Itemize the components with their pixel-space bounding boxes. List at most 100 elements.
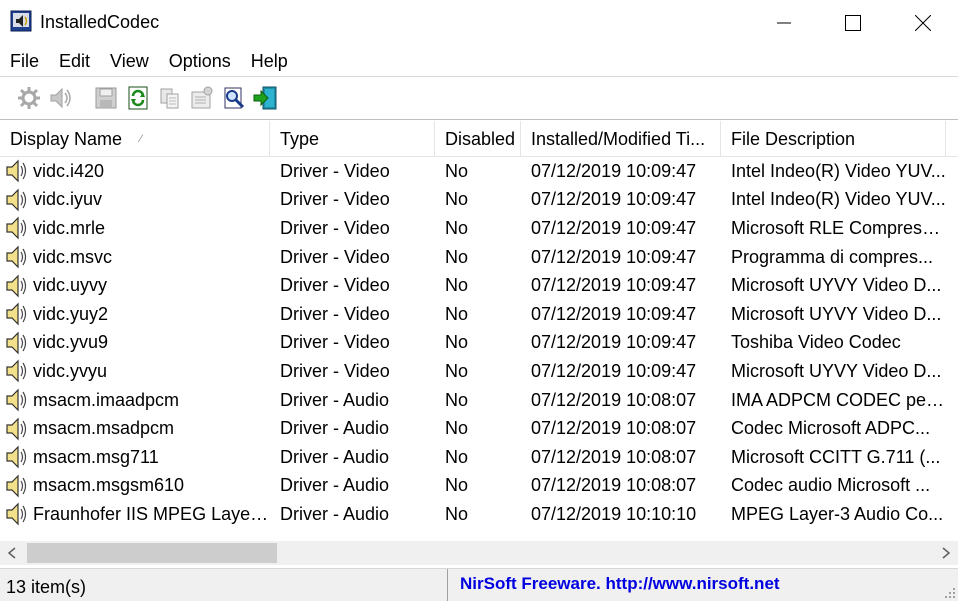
speaker-icon xyxy=(6,417,27,441)
table-row[interactable]: vidc.yvu9 Driver - Video No 07/12/2019 1… xyxy=(0,329,958,358)
copy-button[interactable] xyxy=(154,82,186,114)
list-rows: vidc.i420 Driver - Video No 07/12/2019 1… xyxy=(0,157,958,529)
resize-grip-icon[interactable] xyxy=(942,585,956,599)
find-icon xyxy=(224,87,245,109)
column-header-display-name[interactable]: Display Name ⁄ xyxy=(0,121,270,157)
sort-ascending-icon: ⁄ xyxy=(140,133,142,145)
menu-edit[interactable]: Edit xyxy=(49,46,100,76)
window-title: InstalledCodec xyxy=(40,12,160,32)
scroll-right-button[interactable] xyxy=(934,541,958,565)
codec-name: vidc.yuy2 xyxy=(33,303,109,324)
cell-installed-time: 07/12/2019 10:09:47 xyxy=(531,303,697,324)
column-header-file-description[interactable]: File Description xyxy=(721,121,946,157)
column-header-filler xyxy=(946,121,958,157)
save-button[interactable] xyxy=(90,82,122,114)
exit-button[interactable] xyxy=(250,82,282,114)
codec-name: vidc.i420 xyxy=(33,160,105,181)
column-header-installed-time[interactable]: Installed/Modified Ti... xyxy=(521,121,721,157)
speaker-icon xyxy=(6,188,27,212)
scroll-thumb[interactable] xyxy=(27,543,277,563)
disable-codec-button[interactable] xyxy=(13,82,45,114)
cell-file-description: Codec audio Microsoft ... xyxy=(731,475,931,496)
cell-disabled: No xyxy=(445,446,469,467)
cell-file-description: Intel Indeo(R) Video YUV... xyxy=(731,160,946,181)
cell-file-description: Codec Microsoft ADPC... xyxy=(731,418,931,439)
enable-codec-button[interactable] xyxy=(45,82,77,114)
cell-file-description: Microsoft UYVY Video D... xyxy=(731,360,942,381)
table-row[interactable]: msacm.msg711 Driver - Audio No 07/12/201… xyxy=(0,443,958,472)
table-row[interactable]: Fraunhofer IIS MPEG Layer-... Driver - A… xyxy=(0,500,958,529)
horizontal-scrollbar[interactable] xyxy=(0,541,958,565)
cell-disabled: No xyxy=(445,160,469,181)
table-row[interactable]: vidc.yvyu Driver - Video No 07/12/2019 1… xyxy=(0,357,958,386)
maximize-button[interactable] xyxy=(823,0,883,46)
toolbar-separator xyxy=(83,83,84,113)
speaker-icon xyxy=(6,302,27,326)
cell-installed-time: 07/12/2019 10:08:07 xyxy=(531,418,697,439)
speaker-icon xyxy=(6,502,27,526)
speaker-icon xyxy=(6,245,27,269)
codec-name: Fraunhofer IIS MPEG Layer-... xyxy=(33,503,270,524)
scroll-left-button[interactable] xyxy=(0,541,24,565)
cell-installed-time: 07/12/2019 10:09:47 xyxy=(531,360,697,381)
cell-display-name: vidc.mrle xyxy=(0,216,270,240)
cell-display-name: msacm.msadpcm xyxy=(0,417,270,441)
cell-file-description: Programma di compres... xyxy=(731,246,934,267)
cell-disabled: No xyxy=(445,246,469,267)
cell-file-description: Toshiba Video Codec xyxy=(731,332,901,353)
column-header-type[interactable]: Type xyxy=(270,121,435,157)
copy-icon xyxy=(160,88,179,109)
cell-installed-time: 07/12/2019 10:10:10 xyxy=(531,503,697,524)
cell-type: Driver - Video xyxy=(280,217,390,238)
list-header: Display Name ⁄ Type Disabled Installed/M… xyxy=(0,121,958,157)
codec-list[interactable]: Display Name ⁄ Type Disabled Installed/M… xyxy=(0,121,958,541)
menu-help[interactable]: Help xyxy=(241,46,298,76)
table-row[interactable]: vidc.msvc Driver - Video No 07/12/2019 1… xyxy=(0,243,958,272)
table-row[interactable]: vidc.uyvy Driver - Video No 07/12/2019 1… xyxy=(0,271,958,300)
minimize-button[interactable] xyxy=(754,0,814,46)
table-row[interactable]: vidc.iyuv Driver - Video No 07/12/2019 1… xyxy=(0,186,958,215)
speaker-icon xyxy=(6,274,27,298)
refresh-button[interactable] xyxy=(122,82,154,114)
cell-file-description: Microsoft CCITT G.711 (... xyxy=(731,446,941,467)
cell-disabled: No xyxy=(445,418,469,439)
cell-disabled: No xyxy=(445,275,469,296)
cell-display-name: vidc.iyuv xyxy=(0,188,270,212)
disable-gear-icon xyxy=(18,87,40,109)
cell-installed-time: 07/12/2019 10:09:47 xyxy=(531,160,697,181)
speaker-icon xyxy=(6,360,27,383)
speaker-icon xyxy=(6,474,27,498)
table-row[interactable]: msacm.imaadpcm Driver - Audio No 07/12/2… xyxy=(0,386,958,415)
find-button[interactable] xyxy=(218,82,250,114)
menu-file[interactable]: File xyxy=(0,46,49,76)
table-row[interactable]: msacm.msadpcm Driver - Audio No 07/12/20… xyxy=(0,414,958,443)
table-row[interactable]: vidc.yuy2 Driver - Video No 07/12/2019 1… xyxy=(0,300,958,329)
cell-type: Driver - Video xyxy=(280,303,390,324)
cell-type: Driver - Video xyxy=(280,160,390,181)
table-row[interactable]: msacm.msgsm610 Driver - Audio No 07/12/2… xyxy=(0,472,958,501)
cell-installed-time: 07/12/2019 10:09:47 xyxy=(531,332,697,353)
codec-name: vidc.mrle xyxy=(33,217,106,238)
table-row[interactable]: vidc.i420 Driver - Video No 07/12/2019 1… xyxy=(0,157,958,186)
cell-type: Driver - Video xyxy=(280,360,390,381)
cell-display-name: msacm.msgsm610 xyxy=(0,474,270,498)
cell-disabled: No xyxy=(445,189,469,210)
cell-disabled: No xyxy=(445,503,469,524)
cell-display-name: vidc.msvc xyxy=(0,245,270,269)
properties-button[interactable] xyxy=(186,82,218,114)
cell-file-description: Intel Indeo(R) Video YUV... xyxy=(731,189,946,210)
cell-disabled: No xyxy=(445,360,469,381)
menu-view[interactable]: View xyxy=(100,46,159,76)
codec-name: msacm.msg711 xyxy=(33,446,159,467)
exit-icon xyxy=(253,86,277,110)
nirsoft-link[interactable]: NirSoft Freeware. http://www.nirsoft.net xyxy=(460,569,780,601)
close-button[interactable] xyxy=(893,0,953,46)
column-header-disabled[interactable]: Disabled xyxy=(435,121,521,157)
title-bar: InstalledCodec xyxy=(0,0,958,46)
cell-disabled: No xyxy=(445,217,469,238)
minimize-icon xyxy=(777,22,791,24)
cell-file-description: IMA ADPCM CODEC per... xyxy=(731,389,946,410)
cell-installed-time: 07/12/2019 10:08:07 xyxy=(531,446,697,467)
table-row[interactable]: vidc.mrle Driver - Video No 07/12/2019 1… xyxy=(0,214,958,243)
menu-options[interactable]: Options xyxy=(159,46,241,76)
